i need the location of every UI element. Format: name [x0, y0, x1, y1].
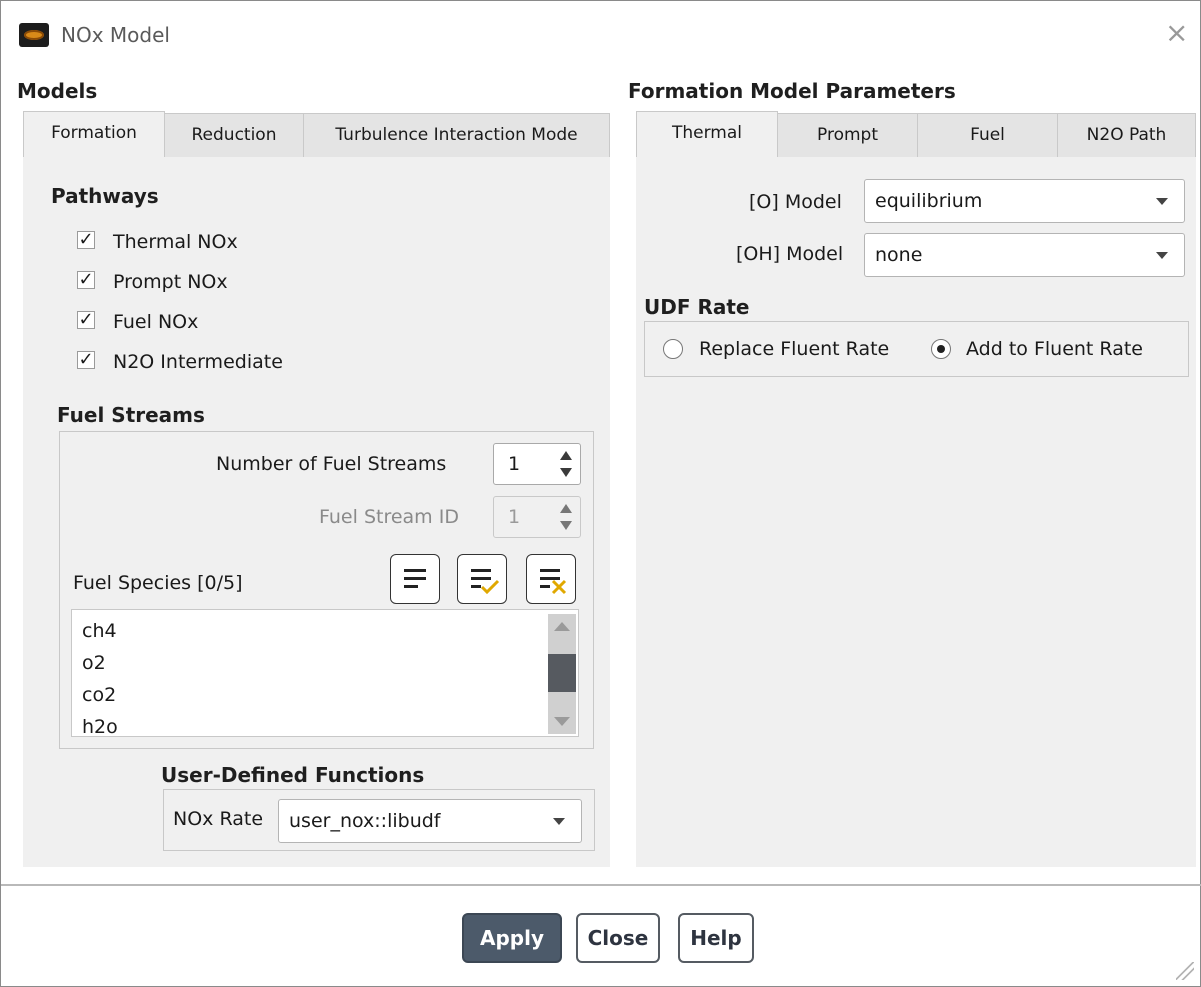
list-line [404, 577, 426, 580]
scrollbar[interactable] [548, 614, 576, 734]
decrement-icon[interactable] [560, 468, 572, 477]
tab-reduction[interactable]: Reduction [164, 113, 304, 158]
apply-button[interactable]: Apply [462, 913, 562, 963]
fuel-stream-id-label: Fuel Stream ID [319, 506, 459, 528]
thermal-nox-label: Thermal NOx [113, 231, 238, 253]
replace-fluent-rate-radio[interactable] [663, 339, 683, 359]
tab-thermal[interactable]: Thermal [636, 111, 778, 158]
oh-model-dropdown[interactable]: none [864, 233, 1185, 277]
fuel-streams-heading: Fuel Streams [57, 403, 205, 427]
models-heading: Models [17, 79, 98, 103]
increment-icon [560, 504, 572, 513]
fluent-app-icon [19, 23, 49, 47]
chevron-down-icon [553, 818, 565, 825]
o-model-label: [O] Model [749, 191, 842, 213]
udf-heading: User-Defined Functions [161, 763, 425, 787]
prompt-nox-checkbox[interactable]: ✓ [77, 271, 95, 289]
add-to-fluent-rate-radio[interactable] [931, 339, 951, 359]
select-all-button[interactable] [457, 554, 507, 604]
list-item[interactable]: h2o [82, 716, 118, 736]
increment-icon[interactable] [560, 451, 572, 460]
footer-divider [1, 884, 1201, 886]
chevron-down-icon [1156, 252, 1168, 259]
scroll-up-icon[interactable] [554, 622, 570, 631]
window-title: NOx Model [61, 23, 170, 47]
chevron-down-icon [1156, 198, 1168, 205]
nox-rate-value: user_nox::libudf [289, 810, 441, 832]
list-icon-button[interactable] [390, 554, 440, 604]
nox-rate-label: NOx Rate [173, 808, 264, 830]
replace-fluent-rate-label: Replace Fluent Rate [699, 338, 890, 360]
formation-params-heading: Formation Model Parameters [628, 79, 956, 103]
deselect-all-button[interactable] [526, 554, 576, 604]
list-item[interactable]: co2 [82, 684, 116, 706]
fuel-species-label: Fuel Species [0/5] [73, 572, 243, 594]
tab-prompt[interactable]: Prompt [777, 113, 918, 158]
tab-fuel[interactable]: Fuel [917, 113, 1058, 158]
scroll-down-icon[interactable] [554, 717, 570, 726]
close-button[interactable]: Close [576, 913, 660, 963]
fuel-nox-label: Fuel NOx [113, 311, 199, 333]
fuel-stream-id-stepper: 1 [493, 496, 581, 538]
list-icon [404, 569, 426, 572]
o-model-value: equilibrium [875, 190, 983, 212]
n2o-intermediate-label: N2O Intermediate [113, 351, 283, 373]
select-all-icon [471, 569, 491, 572]
close-icon[interactable]: × [1165, 19, 1188, 47]
list-item[interactable]: ch4 [82, 620, 117, 642]
pathways-heading: Pathways [51, 184, 159, 208]
fuel-species-list[interactable]: ch4 o2 co2 h2o [71, 609, 579, 737]
list-item[interactable]: o2 [82, 652, 106, 674]
nox-rate-dropdown[interactable]: user_nox::libudf [278, 799, 582, 843]
scrollbar-thumb[interactable] [548, 654, 576, 692]
oh-model-label: [OH] Model [736, 243, 844, 265]
thermal-nox-checkbox[interactable]: ✓ [77, 231, 95, 249]
udf-rate-heading: UDF Rate [644, 295, 750, 319]
number-of-fuel-streams-label: Number of Fuel Streams [216, 453, 447, 475]
nox-model-dialog: NOx Model × Models Formation Reduction T… [0, 0, 1201, 987]
fuel-stream-id-value: 1 [508, 506, 521, 528]
x-mark-icon [551, 579, 567, 595]
tab-turbulence-interaction-mode[interactable]: Turbulence Interaction Mode [303, 113, 610, 158]
n2o-intermediate-checkbox[interactable]: ✓ [77, 351, 95, 369]
number-of-fuel-streams-stepper[interactable]: 1 [493, 443, 581, 485]
add-to-fluent-rate-label: Add to Fluent Rate [966, 338, 1143, 360]
list-line [540, 585, 550, 588]
tab-n2o-path[interactable]: N2O Path [1057, 113, 1196, 158]
deselect-all-icon [540, 569, 560, 572]
resize-grip-icon[interactable] [1176, 962, 1194, 980]
fuel-nox-checkbox[interactable]: ✓ [77, 311, 95, 329]
list-line [404, 585, 418, 588]
o-model-dropdown[interactable]: equilibrium [864, 179, 1185, 223]
oh-model-value: none [875, 244, 923, 266]
check-mark-icon [480, 579, 500, 595]
help-button[interactable]: Help [678, 913, 754, 963]
tab-formation[interactable]: Formation [23, 111, 165, 158]
decrement-icon [560, 521, 572, 530]
prompt-nox-label: Prompt NOx [113, 271, 228, 293]
number-of-fuel-streams-value: 1 [508, 453, 521, 475]
